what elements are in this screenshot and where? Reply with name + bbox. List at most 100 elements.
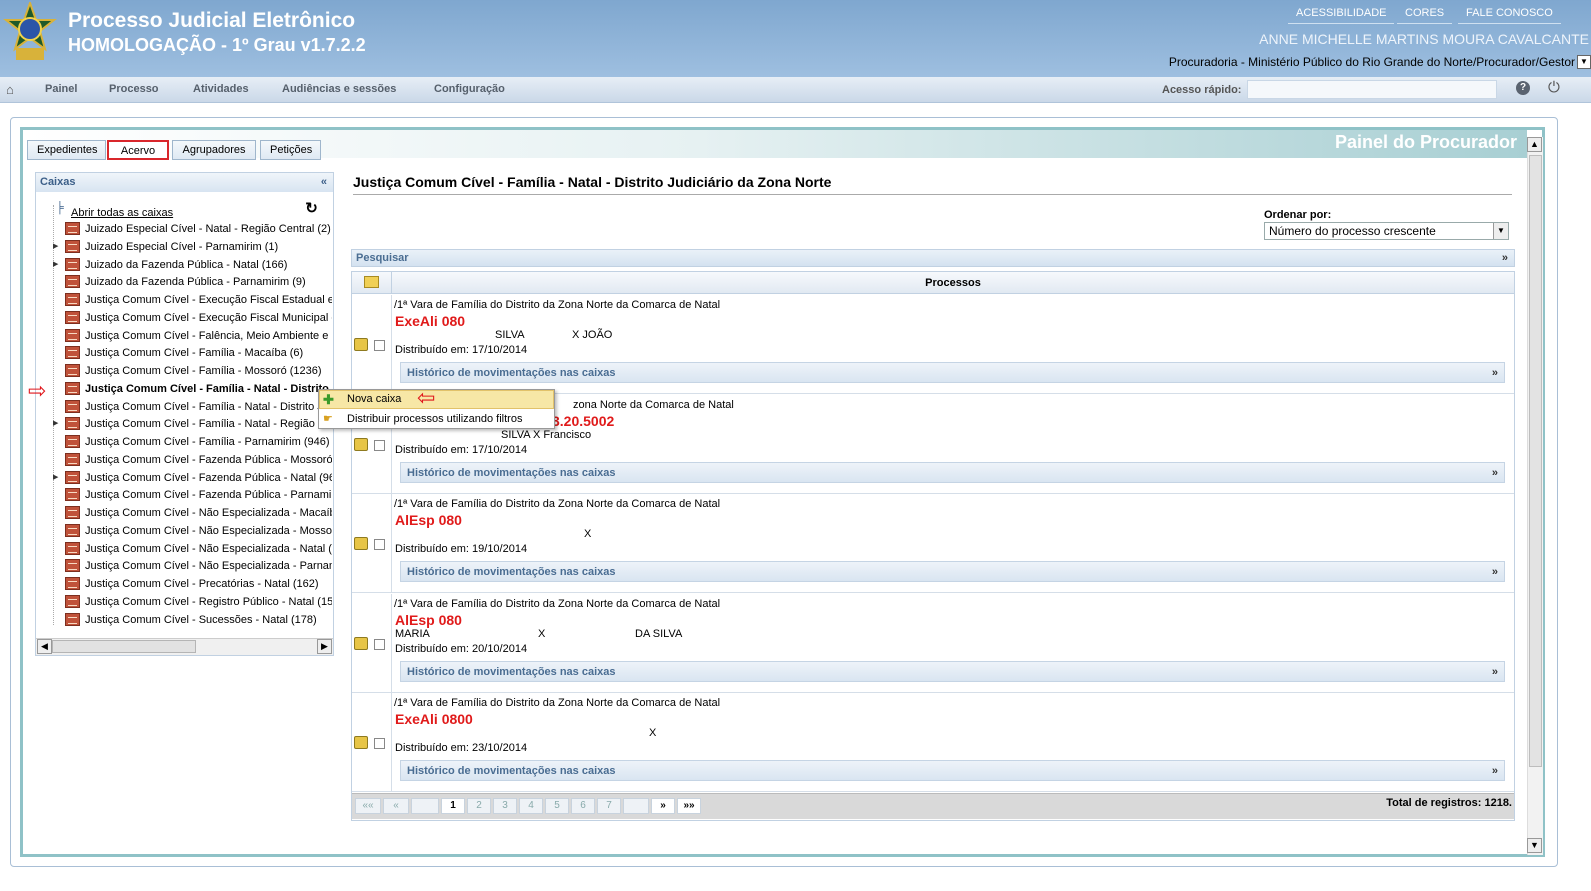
process-number[interactable]: AlEsp 080 bbox=[395, 512, 462, 528]
history-bar[interactable]: Histórico de movimentações nas caixas » bbox=[400, 660, 1505, 682]
scroll-thumb[interactable] bbox=[1529, 155, 1542, 767]
menu-painel[interactable]: Painel bbox=[45, 83, 77, 95]
process-number[interactable]: ExeAli 0800 bbox=[395, 711, 473, 727]
note-icon[interactable] bbox=[354, 636, 368, 650]
expand-icon[interactable]: » bbox=[1492, 367, 1498, 379]
refresh-icon[interactable]: ↻ bbox=[303, 201, 320, 218]
caixa-item[interactable]: Justiça Comum Cível - Família - Mossoró … bbox=[36, 363, 332, 380]
horizontal-scroll-thumb[interactable] bbox=[52, 640, 196, 653]
process-number[interactable]: 3.20.5002 bbox=[552, 413, 614, 429]
caixa-item[interactable]: Justiça Comum Cível - Precatórias - Nata… bbox=[36, 576, 332, 593]
link-cores[interactable]: CORES bbox=[1397, 7, 1453, 24]
caixa-item[interactable]: ▶ Juizado Especial Cível - Parnamirim (1) bbox=[36, 239, 332, 256]
pager-button[interactable]: 1 bbox=[441, 798, 465, 814]
pager-button[interactable] bbox=[411, 798, 439, 814]
caixa-item[interactable]: Justiça Comum Cível - Execução Fiscal Mu… bbox=[36, 310, 332, 327]
menu-audiencias[interactable]: Audiências e sessões bbox=[282, 83, 396, 95]
chevron-down-icon[interactable]: ▼ bbox=[1577, 55, 1591, 69]
caixa-item[interactable]: Justiça Comum Cível - Não Especializada … bbox=[36, 505, 332, 522]
caixa-item[interactable]: Justiça Comum Cível - Família - Macaíba … bbox=[36, 345, 332, 362]
power-icon[interactable]: ⏻ bbox=[1548, 79, 1560, 96]
history-bar[interactable]: Histórico de movimentações nas caixas » bbox=[400, 362, 1505, 383]
caixa-item[interactable]: Justiça Comum Cível - Sucessões - Natal … bbox=[36, 612, 332, 629]
caixa-item[interactable]: Justiça Comum Cível - Não Especializada … bbox=[36, 558, 332, 575]
pager-button[interactable]: « bbox=[383, 798, 409, 814]
note-icon[interactable] bbox=[364, 276, 379, 288]
menu-atividades[interactable]: Atividades bbox=[193, 83, 249, 95]
pager-button[interactable]: 3 bbox=[493, 798, 517, 814]
pager-button[interactable]: 2 bbox=[467, 798, 491, 814]
row-checkbox[interactable] bbox=[374, 340, 385, 351]
menu-configuracao[interactable]: Configuração bbox=[434, 83, 505, 95]
expand-icon[interactable]: » bbox=[1492, 467, 1498, 479]
caixa-icon bbox=[65, 506, 80, 519]
menu-processo[interactable]: Processo bbox=[109, 83, 159, 95]
note-icon[interactable] bbox=[354, 437, 368, 451]
pager-button[interactable]: 4 bbox=[519, 798, 543, 814]
chevron-down-icon[interactable]: ▼ bbox=[1493, 223, 1508, 239]
caixa-item[interactable]: Justiça Comum Cível - Registro Público -… bbox=[36, 594, 332, 611]
history-bar[interactable]: Histórico de movimentações nas caixas » bbox=[400, 461, 1505, 483]
pager-button[interactable]: 6 bbox=[571, 798, 595, 814]
caixa-item[interactable]: Justiça Comum Cível - Família - Natal - … bbox=[36, 381, 332, 398]
tab-agrupadores[interactable]: Agrupadores bbox=[172, 140, 256, 160]
caixa-item[interactable]: Justiça Comum Cível - Fazenda Pública - … bbox=[36, 487, 332, 504]
scroll-down-icon[interactable]: ▼ bbox=[1527, 838, 1542, 853]
expand-icon[interactable]: ▶ bbox=[53, 419, 58, 427]
expand-icon[interactable]: » bbox=[1502, 252, 1508, 264]
tab-peticoes[interactable]: Petições bbox=[260, 140, 321, 160]
note-icon[interactable] bbox=[354, 338, 368, 351]
caixa-item[interactable]: Juizado Especial Cível - Natal - Região … bbox=[36, 221, 332, 238]
caixa-item[interactable]: Justiça Comum Cível - Fazenda Pública - … bbox=[36, 452, 332, 469]
caixa-item[interactable]: Justiça Comum Cível - Falência, Meio Amb… bbox=[36, 328, 332, 345]
pager-button[interactable] bbox=[623, 798, 649, 814]
expand-icon[interactable]: » bbox=[1492, 566, 1498, 578]
org-select[interactable]: Procuradoria - Ministério Público do Rio… bbox=[1169, 53, 1591, 71]
note-icon[interactable] bbox=[354, 537, 368, 550]
row-checkbox[interactable] bbox=[374, 439, 385, 451]
caixa-item[interactable]: Justiça Comum Cível - Não Especializada … bbox=[36, 541, 332, 558]
pager-button[interactable]: »» bbox=[677, 798, 701, 814]
tab-expedientes[interactable]: Expedientes bbox=[27, 140, 106, 160]
tab-acervo[interactable]: Acervo bbox=[107, 140, 169, 160]
process-number[interactable]: ExeAli 080 bbox=[395, 313, 465, 329]
scroll-left-icon[interactable]: ◀ bbox=[37, 639, 52, 654]
quick-access-input[interactable] bbox=[1247, 80, 1497, 99]
caixa-item[interactable]: ▶ Justiça Comum Cível - Fazenda Pública -… bbox=[36, 470, 332, 487]
context-item-distribuir[interactable]: Distribuir processos utilizando filtros bbox=[347, 413, 522, 425]
note-icon[interactable] bbox=[354, 736, 368, 749]
expand-icon[interactable]: ▶ bbox=[53, 260, 58, 268]
pager-button[interactable]: 5 bbox=[545, 798, 569, 814]
caixa-item[interactable]: Justiça Comum Cível - Não Especializada … bbox=[36, 523, 332, 540]
pager-button[interactable]: » bbox=[651, 798, 675, 814]
order-select[interactable]: Número do processo crescente ▼ bbox=[1264, 222, 1509, 240]
expand-icon[interactable]: » bbox=[1492, 765, 1498, 777]
caixa-item[interactable]: ▶ Juizado da Fazenda Pública - Natal (166… bbox=[36, 257, 332, 274]
history-bar[interactable]: Histórico de movimentações nas caixas » bbox=[400, 561, 1505, 582]
link-fale-conosco[interactable]: FALE CONOSCO bbox=[1458, 7, 1561, 24]
expand-icon[interactable]: ▶ bbox=[53, 473, 58, 481]
search-bar[interactable]: Pesquisar » bbox=[351, 249, 1515, 267]
home-icon[interactable]: ⌂ bbox=[6, 82, 14, 97]
pager-button[interactable]: 7 bbox=[597, 798, 621, 814]
history-bar[interactable]: Histórico de movimentações nas caixas » bbox=[400, 760, 1505, 781]
scroll-up-icon[interactable]: ▲ bbox=[1527, 137, 1542, 152]
row-checkbox[interactable] bbox=[374, 738, 385, 749]
link-acessibilidade[interactable]: ACESSIBILIDADE bbox=[1288, 7, 1395, 24]
caixa-item[interactable]: Justiça Comum Cível - Família - Parnamir… bbox=[36, 434, 332, 451]
caixa-label: Justiça Comum Cível - Fazenda Pública - … bbox=[85, 489, 332, 502]
process-number[interactable]: AlEsp 080 bbox=[395, 612, 462, 628]
caixa-item[interactable]: Justiça Comum Cível - Execução Fiscal Es… bbox=[36, 292, 332, 309]
pager-button[interactable]: «« bbox=[355, 798, 381, 814]
caixa-item[interactable]: ▶ Justiça Comum Cível - Família - Natal -… bbox=[36, 416, 332, 433]
open-all-link[interactable]: Abrir todas as caixas bbox=[71, 207, 173, 219]
caixa-item[interactable]: Justiça Comum Cível - Família - Natal - … bbox=[36, 399, 332, 416]
row-checkbox[interactable] bbox=[374, 539, 385, 550]
scroll-right-icon[interactable]: ▶ bbox=[317, 639, 332, 654]
collapse-icon[interactable]: « bbox=[321, 176, 327, 188]
caixa-item[interactable]: Juizado da Fazenda Pública - Parnamirim … bbox=[36, 274, 332, 291]
help-icon[interactable]: ? bbox=[1516, 81, 1530, 95]
expand-icon[interactable]: ▶ bbox=[53, 242, 58, 250]
expand-icon[interactable]: » bbox=[1492, 666, 1498, 678]
row-checkbox[interactable] bbox=[374, 638, 385, 650]
